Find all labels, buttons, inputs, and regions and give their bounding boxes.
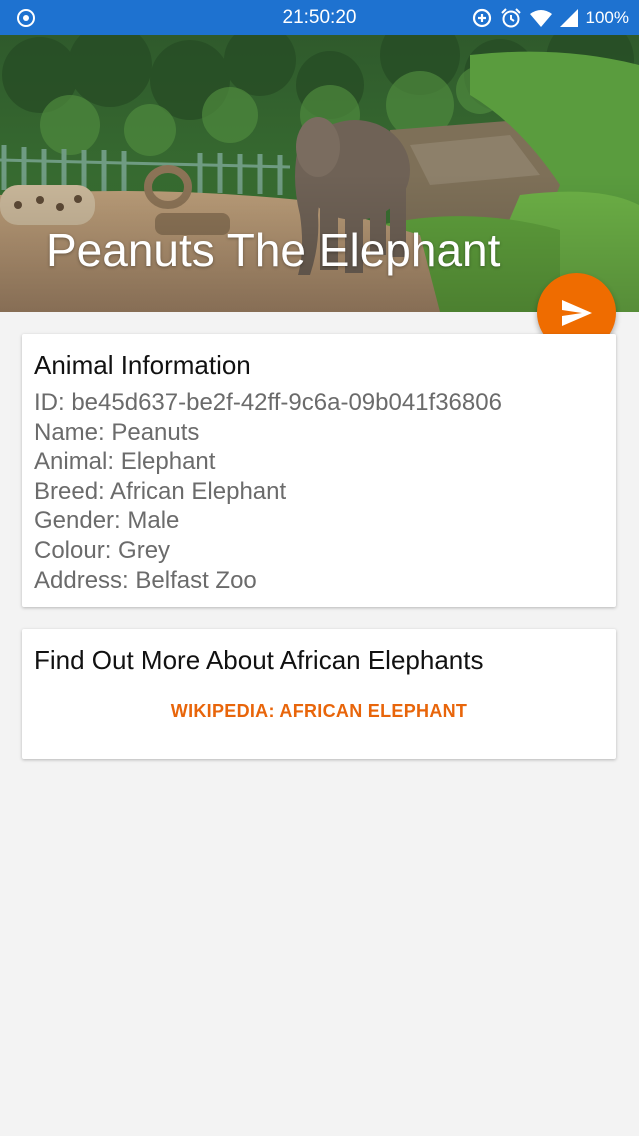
alarm-icon xyxy=(500,8,521,28)
status-bar: 21:50:20 100% xyxy=(0,0,639,35)
card-title: Find Out More About African Elephants xyxy=(34,645,484,675)
info-colour: Colour: Grey xyxy=(34,536,171,564)
info-animal: Animal: Elephant xyxy=(34,448,216,476)
status-icons: 100% xyxy=(472,6,629,30)
wikipedia-link-button[interactable]: WIKIPEDIA: AFRICAN ELEPHANT xyxy=(22,701,616,722)
find-out-more-card: Find Out More About African Elephants WI… xyxy=(22,629,616,759)
signal-icon xyxy=(559,9,578,27)
header-image: Peanuts The Elephant xyxy=(0,35,639,312)
info-list: ID: be45d637-be2f-42ff-9c6a-09b041f36806… xyxy=(34,388,502,595)
send-icon xyxy=(561,299,592,326)
page-title: Peanuts The Elephant xyxy=(46,224,501,276)
animal-info-card: Animal Information ID: be45d637-be2f-42f… xyxy=(22,334,616,607)
info-name: Name: Peanuts xyxy=(34,418,200,446)
wifi-icon xyxy=(529,10,552,27)
data-saver-icon xyxy=(472,8,491,28)
battery-percent: 100% xyxy=(585,8,629,27)
info-address: Address: Belfast Zoo xyxy=(34,566,257,594)
info-gender: Gender: Male xyxy=(34,507,180,535)
info-breed: Breed: African Elephant xyxy=(34,477,287,505)
info-id: ID: be45d637-be2f-42ff-9c6a-09b041f36806 xyxy=(34,389,502,416)
card-title: Animal Information xyxy=(34,350,251,380)
